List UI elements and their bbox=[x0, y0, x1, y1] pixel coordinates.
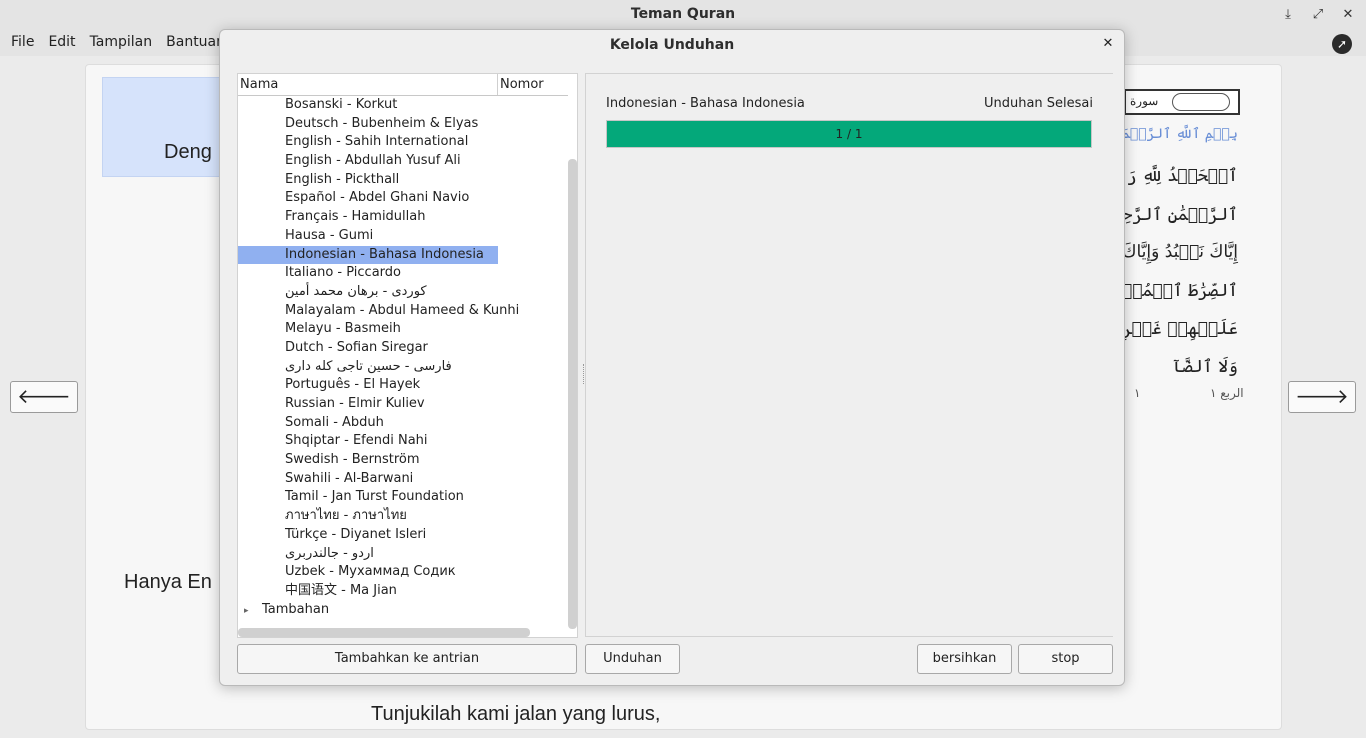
arrow-left-icon: 🡐 bbox=[17, 384, 71, 408]
tree-item[interactable]: English - Sahih International bbox=[238, 133, 498, 152]
tree-item-label: English - Abdullah Yusuf Ali bbox=[285, 153, 461, 169]
tree-item[interactable]: Russian - Elmir Kuliev bbox=[238, 395, 498, 414]
verse-text-partial: Deng bbox=[164, 141, 212, 163]
next-page-button[interactable]: 🡒 bbox=[1288, 381, 1356, 413]
tree-group-label: Tambahan bbox=[262, 601, 330, 617]
tree-item-label: Español - Abdel Ghani Navio bbox=[285, 190, 470, 206]
tree-item[interactable]: English - Pickthall bbox=[238, 171, 498, 190]
translation-tree[interactable]: Nama Nomor Bosanski - Korkut Deutsch - Bu… bbox=[237, 73, 578, 638]
tree-item-label: Hausa - Gumi bbox=[285, 227, 374, 243]
tree-item-label: Português - El Hayek bbox=[285, 377, 421, 393]
tree-item[interactable]: ภาษาไทย - ภาษาไทย bbox=[238, 507, 498, 526]
tree-item-label: English - Pickthall bbox=[285, 171, 400, 187]
tree-item-label: Italiano - Piccardo bbox=[285, 265, 401, 281]
vertical-scrollbar[interactable] bbox=[568, 159, 577, 629]
tree-item-label: English - Sahih International bbox=[285, 134, 469, 150]
tree-item-label: Français - Hamidullah bbox=[285, 209, 426, 225]
tree-item-label: فارسى - حسين تاجى كله دارى bbox=[285, 358, 452, 374]
tree-item[interactable]: Melayu - Basmeih bbox=[238, 320, 498, 339]
stop-button[interactable]: stop bbox=[1018, 644, 1113, 674]
tree-item-label: كوردى - برهان محمد أمين bbox=[285, 283, 427, 299]
tree-item-label: Deutsch - Bubenheim & Elyas bbox=[285, 115, 479, 131]
close-icon[interactable]: ✕ bbox=[1100, 36, 1116, 52]
progress-text: 1 / 1 bbox=[835, 127, 863, 141]
rub-label: الربع ١ bbox=[1210, 386, 1244, 400]
column-header-name[interactable]: Nama bbox=[240, 77, 278, 92]
tree-item-label: 中国语文 - Ma Jian bbox=[285, 582, 397, 598]
tree-item-label: Swedish - Bernström bbox=[285, 452, 420, 468]
download-icon[interactable]: ⤓ bbox=[1278, 5, 1298, 25]
horizontal-scrollbar[interactable] bbox=[238, 628, 530, 637]
tree-item[interactable]: اردو - جالندربرى bbox=[238, 545, 498, 564]
tree-item[interactable]: Somali - Abduh bbox=[238, 414, 498, 433]
quran-page-image: سورة بِسۡمِ ٱللَّهِ ٱلرَّحۡمَ ٱلۡحَمۡدُ … bbox=[1124, 88, 1244, 408]
tree-item[interactable]: Español - Abdel Ghani Navio bbox=[238, 189, 498, 208]
dialog-title: Kelola Unduhan bbox=[609, 37, 735, 53]
close-icon[interactable]: ✕ bbox=[1338, 5, 1358, 25]
tree-item[interactable]: Tamil - Jan Turst Foundation bbox=[238, 488, 498, 507]
compass-icon[interactable]: ➚ bbox=[1332, 34, 1352, 54]
tree-item-label: Türkçe - Diyanet Isleri bbox=[285, 526, 427, 542]
column-header-number[interactable]: Nomor bbox=[500, 77, 544, 92]
tree-item-label: Melayu - Basmeih bbox=[285, 321, 401, 337]
tree-item[interactable]: كوردى - برهان محمد أمين bbox=[238, 283, 498, 302]
prev-page-button[interactable]: 🡐 bbox=[10, 381, 78, 413]
tree-item[interactable]: Français - Hamidullah bbox=[238, 208, 498, 227]
download-item-name: Indonesian - Bahasa Indonesia bbox=[606, 96, 805, 111]
download-progress-bar: 1 / 1 bbox=[606, 120, 1092, 148]
tree-item[interactable]: Swedish - Bernström bbox=[238, 451, 498, 470]
tree-item[interactable]: Türkçe - Diyanet Isleri bbox=[238, 526, 498, 545]
verse-translation: Tunjukilah kami jalan yang lurus, bbox=[371, 703, 661, 725]
expand-arrow-icon[interactable]: ▸ bbox=[244, 602, 262, 621]
page-number: ١ bbox=[1134, 386, 1141, 400]
tree-item-label: Bosanski - Korkut bbox=[285, 97, 398, 112]
tree-header: Nama Nomor bbox=[238, 74, 568, 96]
menu-edit[interactable]: Edit bbox=[41, 34, 82, 50]
arrow-right-icon: 🡒 bbox=[1295, 384, 1349, 408]
download-manager-dialog: Kelola Unduhan ✕ Nama Nomor Bosanski - K… bbox=[219, 29, 1125, 686]
download-status: Unduhan Selesai bbox=[983, 96, 1093, 111]
tree-item[interactable]: Português - El Hayek bbox=[238, 376, 498, 395]
tree-item-label: Shqiptar - Efendi Nahi bbox=[285, 433, 428, 449]
tree-item[interactable]: Dutch - Sofian Siregar bbox=[238, 339, 498, 358]
tree-item[interactable]: Uzbek - Мухаммад Содик bbox=[238, 563, 498, 582]
window-title: Teman Quran bbox=[630, 6, 736, 22]
menu-file[interactable]: File bbox=[4, 34, 41, 50]
download-button[interactable]: Unduhan bbox=[585, 644, 680, 674]
tree-item[interactable]: Italiano - Piccardo bbox=[238, 264, 498, 283]
download-progress-panel: Indonesian - Bahasa Indonesia Unduhan Se… bbox=[585, 73, 1113, 637]
tree-item[interactable]: Deutsch - Bubenheim & Elyas bbox=[238, 115, 498, 134]
maximize-icon[interactable]: ⤢ bbox=[1308, 5, 1328, 25]
tree-item-label: Tamil - Jan Turst Foundation bbox=[285, 489, 464, 505]
clear-button[interactable]: bersihkan bbox=[917, 644, 1012, 674]
verse-text-partial: Hanya En bbox=[124, 571, 212, 593]
tree-item[interactable]: English - Abdullah Yusuf Ali bbox=[238, 152, 498, 171]
window-titlebar: Teman Quran ⤓ ⤢ ✕ bbox=[0, 0, 1366, 30]
tree-item-label: Swahili - Al-Barwani bbox=[285, 470, 414, 486]
menu-tampilan[interactable]: Tampilan bbox=[83, 34, 160, 50]
tree-item-label: Somali - Abduh bbox=[285, 414, 384, 430]
tree-item[interactable]: Hausa - Gumi bbox=[238, 227, 498, 246]
tree-item-label: Dutch - Sofian Siregar bbox=[285, 339, 428, 355]
add-to-queue-button[interactable]: Tambahkan ke antrian bbox=[237, 644, 577, 674]
tree-group-tambahan[interactable]: ▸ Tambahan bbox=[238, 601, 498, 620]
tree-item[interactable]: 中国语文 - Ma Jian bbox=[238, 582, 498, 601]
tree-item-label: اردو - جالندربرى bbox=[285, 545, 374, 561]
tree-item[interactable]: Bosanski - Korkut bbox=[238, 96, 498, 115]
tree-item[interactable]: فارسى - حسين تاجى كله دارى bbox=[238, 358, 498, 377]
surah-header-ornament: سورة bbox=[1124, 89, 1240, 115]
tree-item[interactable]: Shqiptar - Efendi Nahi bbox=[238, 432, 498, 451]
tree-item-label: Malayalam - Abdul Hameed & Kunhi bbox=[285, 302, 520, 318]
tree-item[interactable]: Swahili - Al-Barwani bbox=[238, 470, 498, 489]
tree-item-label: Uzbek - Мухаммад Содик bbox=[285, 564, 456, 580]
tree-item-label: Russian - Elmir Kuliev bbox=[285, 396, 425, 411]
tree-item-label: Indonesian - Bahasa Indonesia bbox=[285, 246, 484, 262]
tree-item[interactable]: Indonesian - Bahasa Indonesia bbox=[238, 245, 498, 265]
tree-item[interactable]: Malayalam - Abdul Hameed & Kunhi bbox=[238, 302, 519, 321]
tree-item-label: ภาษาไทย - ภาษาไทย bbox=[285, 508, 407, 524]
